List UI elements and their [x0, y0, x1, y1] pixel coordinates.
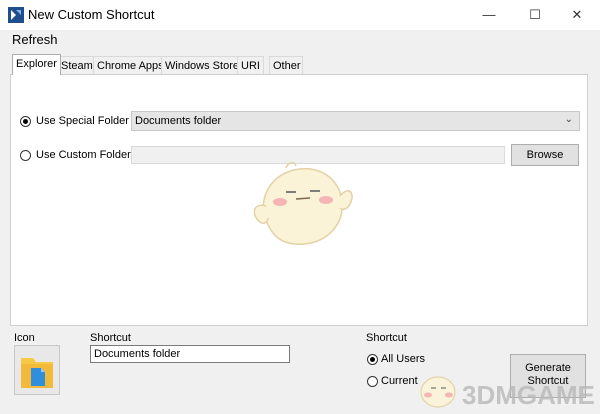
special-folder-label: Use Special Folder — [36, 115, 129, 127]
tab-chrome-apps[interactable]: Chrome Apps — [93, 56, 168, 75]
folder-document-icon — [21, 358, 53, 388]
all-users-radio[interactable] — [367, 354, 378, 365]
watermark-logo: 3DMGAME — [420, 376, 595, 410]
tab-other[interactable]: Other — [269, 56, 303, 75]
browse-button[interactable]: Browse — [511, 144, 579, 166]
menu-refresh[interactable]: Refresh — [12, 32, 58, 47]
window-title: New Custom Shortcut — [28, 7, 155, 22]
shortcut-scope-label: Shortcut — [366, 332, 407, 344]
special-folder-value: Documents folder — [135, 115, 222, 127]
shortcut-name-label: Shortcut — [90, 332, 131, 344]
app-icon — [8, 7, 24, 23]
tab-steam[interactable]: Steam — [57, 56, 97, 75]
current-user-label: Current — [381, 375, 418, 387]
minimize-button[interactable]: — — [466, 4, 512, 26]
close-button[interactable]: ✕ — [554, 4, 600, 26]
shortcut-name-input[interactable]: Documents folder — [90, 345, 290, 363]
mascot-image — [253, 162, 353, 245]
icon-picker-button[interactable] — [14, 345, 60, 395]
chevron-down-icon: ⌄ — [564, 114, 573, 125]
special-folder-radio[interactable] — [20, 116, 31, 127]
special-folder-dropdown[interactable]: Documents folder ⌄ — [131, 111, 580, 131]
custom-folder-radio[interactable] — [20, 150, 31, 161]
icon-label: Icon — [14, 332, 35, 344]
custom-folder-label: Use Custom Folder — [36, 149, 131, 161]
watermark-text: 3DMGAME — [462, 380, 595, 410]
maximize-button[interactable]: ☐ — [512, 4, 558, 26]
menu-bar: Refresh — [0, 30, 600, 50]
tab-explorer[interactable]: Explorer — [12, 54, 61, 75]
tab-uri[interactable]: URI — [237, 56, 264, 75]
current-user-radio[interactable] — [367, 376, 378, 387]
tab-windows-store[interactable]: Windows Store — [161, 56, 243, 75]
